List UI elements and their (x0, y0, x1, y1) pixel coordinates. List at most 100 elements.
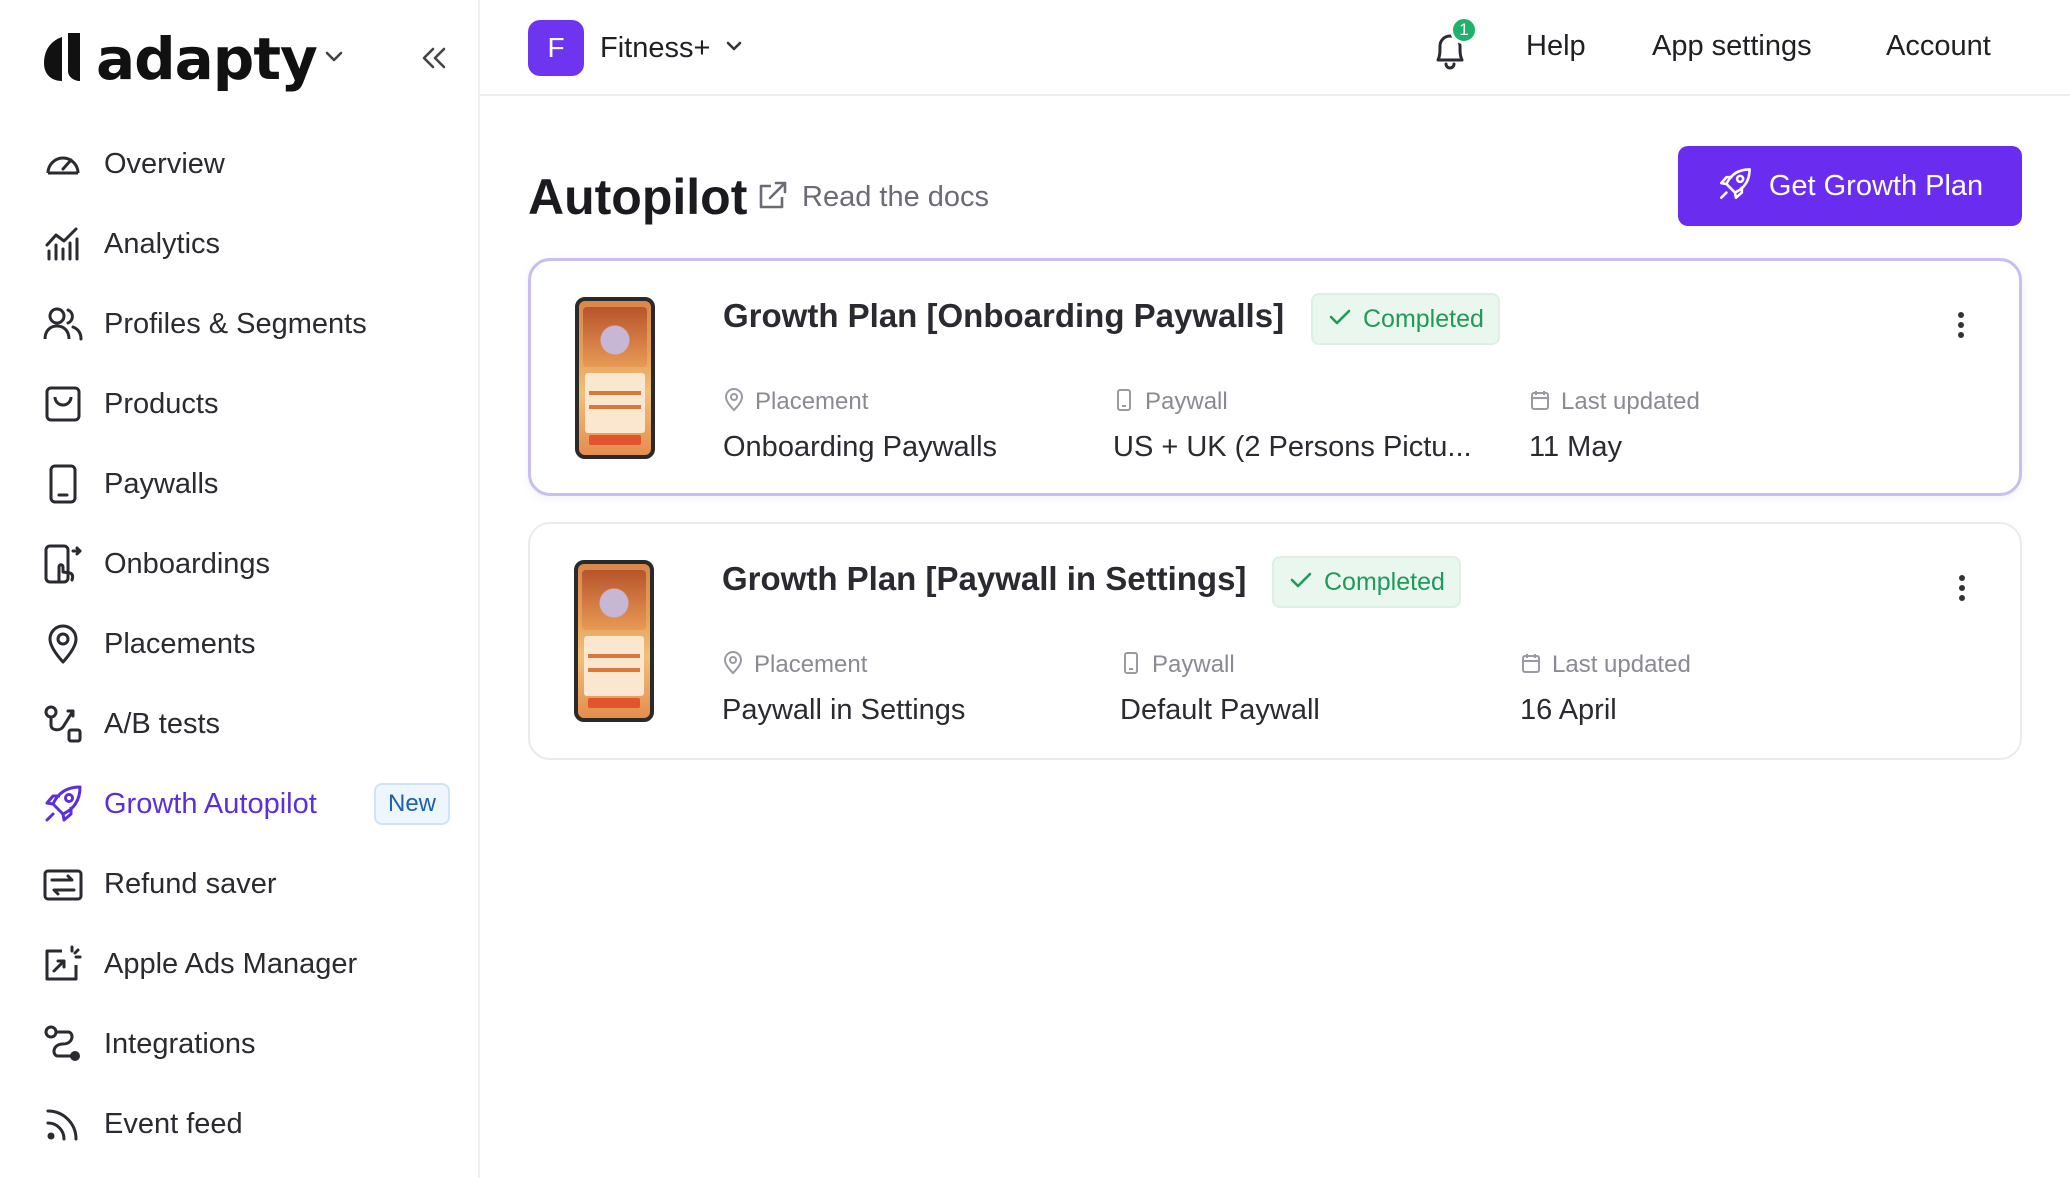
calendar-icon (1529, 388, 1551, 417)
new-badge: New (374, 783, 451, 825)
growth-plan-card[interactable]: Growth Plan [Onboarding Paywalls] Comple… (528, 258, 2022, 496)
sidebar-item-label: Overview (104, 147, 225, 180)
sidebar-item-onboardings[interactable]: Onboardings (0, 524, 480, 604)
notification-count-badge: 1 (1450, 16, 1478, 44)
sidebar-item-label: Growth Autopilot (104, 787, 317, 820)
sidebar-item-label: Products (104, 387, 219, 420)
last-updated-label: Last updated (1561, 388, 1700, 415)
paywall-value: Default Paywall (1120, 694, 1320, 726)
account-link[interactable]: Account (1886, 30, 1991, 63)
rocket-icon (40, 781, 86, 827)
placement-field: Placement Paywall in Settings (722, 650, 965, 727)
plan-title: Growth Plan [Onboarding Paywalls] (723, 297, 1285, 334)
map-pin-icon (722, 650, 744, 680)
get-growth-plan-button[interactable]: Get Growth Plan (1678, 146, 2022, 226)
app-avatar: F (528, 20, 584, 76)
ads-icon (40, 941, 86, 987)
sidebar-item-label: Paywalls (104, 467, 219, 500)
map-pin-icon (723, 387, 745, 417)
double-chevron-left-icon (422, 47, 446, 69)
paywall-label: Paywall (1145, 388, 1228, 415)
last-updated-value: 11 May (1529, 431, 1622, 463)
paywall-thumbnail (575, 297, 655, 459)
sidebar-item-analytics[interactable]: Analytics (0, 204, 480, 284)
sidebar-item-event-feed[interactable]: Event feed (0, 1084, 480, 1164)
paywall-thumbnail (574, 560, 654, 722)
sidebar-nav: Overview Analytics Profiles & Segments P… (0, 124, 480, 1164)
status-badge: Completed (1272, 556, 1461, 608)
sidebar-item-label: Placements (104, 627, 256, 660)
bag-icon (40, 381, 86, 427)
phone-icon (40, 461, 86, 507)
sidebar-item-label: Apple Ads Manager (104, 947, 358, 980)
phone-icon (1120, 651, 1142, 680)
sidebar-item-label: Integrations (104, 1027, 256, 1060)
placement-label: Placement (754, 651, 868, 678)
sidebar: adapty Overview Analytics Profiles & Seg… (0, 0, 480, 1178)
placement-field: Placement Onboarding Paywalls (723, 387, 997, 464)
sidebar-item-label: Onboardings (104, 547, 271, 580)
paywall-field: Paywall US + UK (2 Persons Pictu... (1113, 387, 1472, 464)
last-updated-value: 16 April (1520, 694, 1617, 726)
plan-title: Growth Plan [Paywall in Settings] (722, 560, 1247, 597)
placement-value: Paywall in Settings (722, 694, 966, 726)
collapse-sidebar-button[interactable] (414, 38, 454, 78)
ab-test-icon (40, 701, 86, 747)
rss-icon (40, 1101, 86, 1147)
brand-name: adapty (96, 25, 318, 93)
sidebar-item-ab-tests[interactable]: A/B tests (0, 684, 480, 764)
sidebar-item-apple-ads-manager[interactable]: Apple Ads Manager (0, 924, 480, 1004)
sidebar-item-growth-autopilot[interactable]: Growth Autopilot New (0, 764, 480, 844)
last-updated-field: Last updated 11 May (1529, 387, 1700, 464)
read-docs-link[interactable]: Read the docs (756, 178, 989, 217)
get-growth-plan-label: Get Growth Plan (1768, 169, 1984, 202)
read-docs-label: Read the docs (802, 181, 990, 213)
growth-plan-card[interactable]: Growth Plan [Paywall in Settings] Comple… (528, 522, 2022, 760)
sidebar-item-integrations[interactable]: Integrations (0, 1004, 480, 1084)
sidebar-item-placements[interactable]: Placements (0, 604, 480, 684)
integrations-icon (40, 1021, 86, 1067)
chevron-down-icon (724, 36, 744, 61)
chevron-down-icon[interactable] (322, 44, 346, 68)
page-title: Autopilot (528, 169, 748, 225)
last-updated-field: Last updated 16 April (1520, 650, 1691, 727)
status-badge: Completed (1311, 293, 1500, 345)
brand-logo[interactable]: adapty (40, 24, 318, 94)
refund-icon (40, 861, 86, 907)
phone-icon (1113, 388, 1135, 417)
adapty-logo-icon (40, 31, 88, 87)
last-updated-label: Last updated (1552, 651, 1691, 678)
more-options-icon[interactable] (1949, 307, 1973, 343)
main-content: Autopilot Read the docs Get Growth Plan … (480, 98, 2070, 1178)
app-settings-link[interactable]: App settings (1652, 30, 1812, 63)
app-switcher[interactable]: F Fitness+ (528, 20, 744, 76)
placement-value: Onboarding Paywalls (723, 431, 998, 463)
sidebar-item-label: Refund saver (104, 867, 277, 900)
users-icon (40, 301, 86, 347)
sidebar-item-label: A/B tests (104, 707, 221, 740)
sidebar-item-overview[interactable]: Overview (0, 124, 480, 204)
status-label: Completed (1363, 304, 1484, 333)
paywall-field: Paywall Default Paywall (1120, 650, 1320, 727)
onboarding-icon (40, 541, 86, 587)
sidebar-item-refund-saver[interactable]: Refund saver (0, 844, 480, 924)
topbar: F Fitness+ 1 Help App settings Account (480, 0, 2070, 96)
status-label: Completed (1324, 567, 1445, 596)
sidebar-item-label: Profiles & Segments (104, 307, 367, 340)
gauge-icon (40, 141, 86, 187)
sidebar-item-label: Analytics (104, 227, 221, 260)
app-name: Fitness+ (600, 31, 711, 64)
check-icon (1288, 567, 1314, 598)
sidebar-item-profiles-segments[interactable]: Profiles & Segments (0, 284, 480, 364)
placement-label: Placement (755, 388, 869, 415)
sidebar-item-paywalls[interactable]: Paywalls (0, 444, 480, 524)
chart-icon (40, 221, 86, 267)
paywall-label: Paywall (1152, 651, 1235, 678)
map-pin-icon (40, 621, 86, 667)
external-link-icon (756, 178, 790, 217)
calendar-icon (1520, 651, 1542, 680)
help-link[interactable]: Help (1526, 30, 1586, 63)
sidebar-item-label: Event feed (104, 1107, 243, 1140)
sidebar-item-products[interactable]: Products (0, 364, 480, 444)
more-options-icon[interactable] (1950, 570, 1974, 606)
